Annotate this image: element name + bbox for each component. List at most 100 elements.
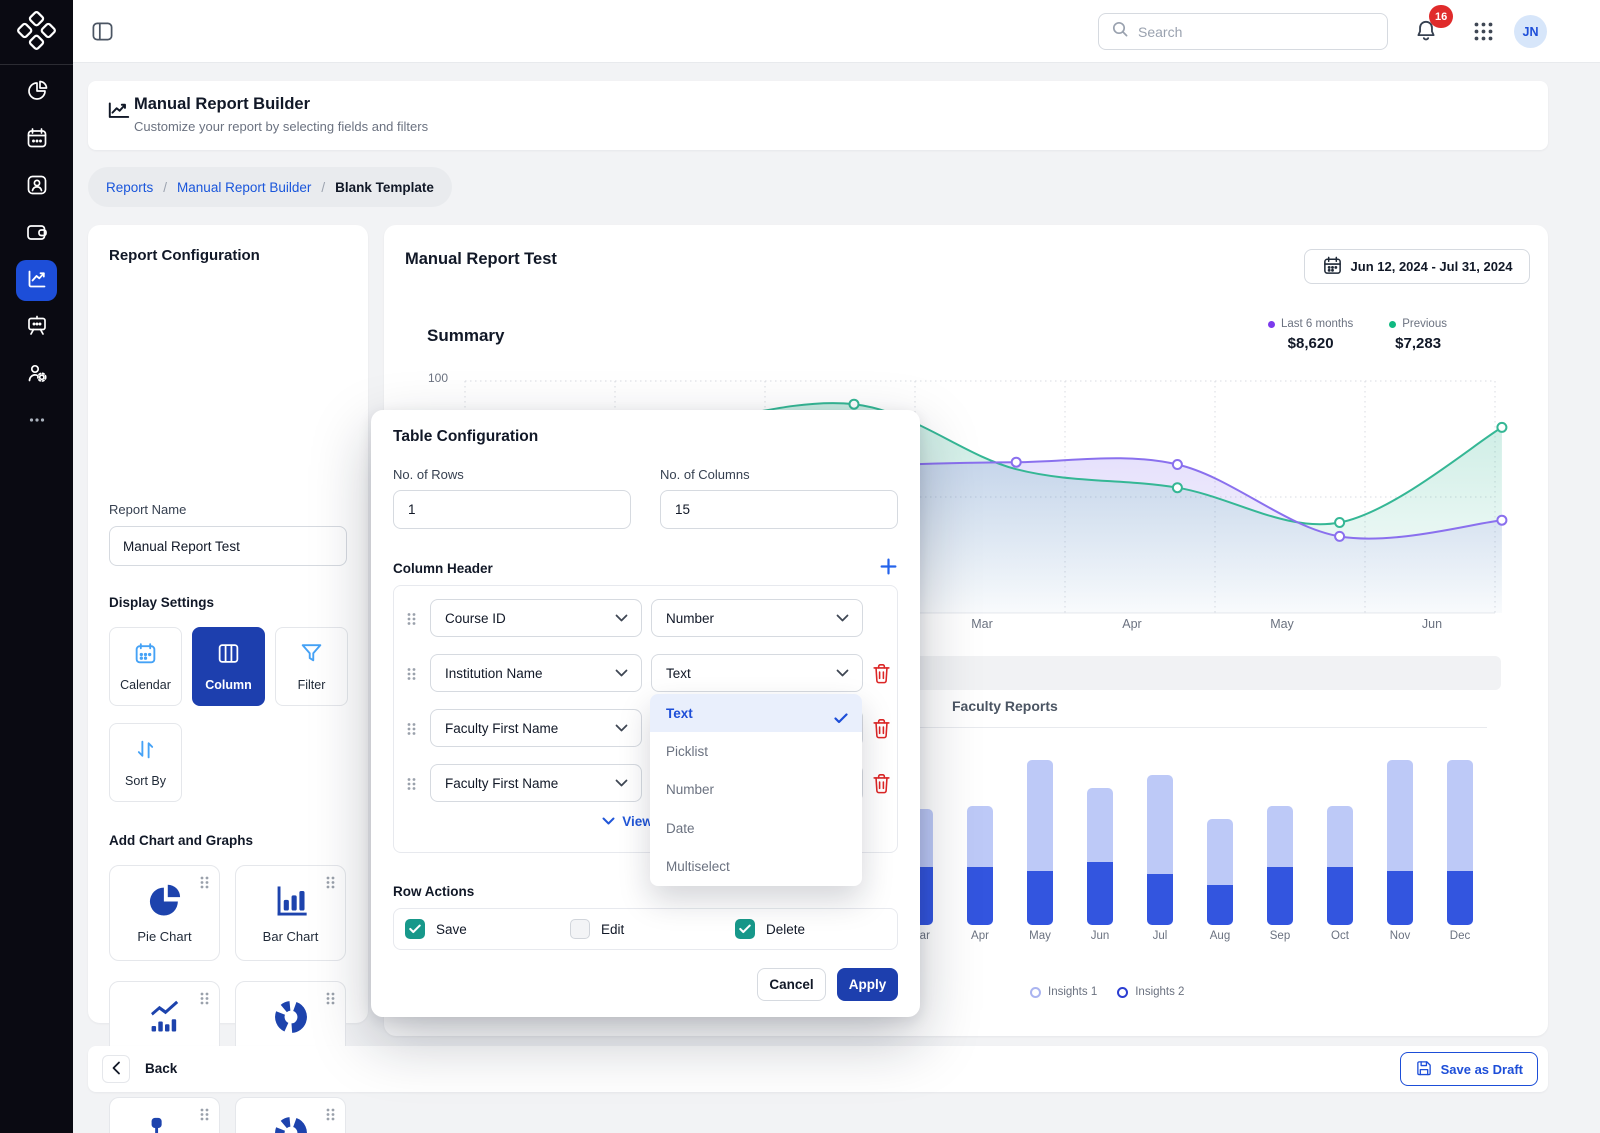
page-title: Manual Report Builder [134, 95, 310, 114]
option-label: Number [666, 782, 714, 797]
breadcrumb-current: Blank Template [335, 180, 434, 195]
chart-tile-pie[interactable]: Pie Chart [109, 865, 220, 961]
dropdown-option-number[interactable]: Number [650, 771, 862, 809]
rows-input[interactable] [393, 490, 631, 529]
delete-row-button[interactable] [871, 718, 891, 740]
apps-grid-button[interactable] [1472, 21, 1494, 43]
breadcrumb-reports[interactable]: Reports [106, 180, 153, 195]
sidebar-item-analytics[interactable] [16, 72, 57, 113]
sidebar-item-contacts[interactable] [16, 166, 57, 207]
sidebar-toggle-button[interactable] [91, 20, 114, 43]
drag-handle-icon[interactable] [406, 611, 417, 632]
sidebar-item-calendar[interactable] [16, 119, 57, 160]
chart-tile-node[interactable]: Line Chart [109, 1097, 220, 1133]
dropdown-option-date[interactable]: Date [650, 809, 862, 847]
drag-handle-icon[interactable] [406, 721, 417, 742]
legend-dot [1389, 321, 1396, 328]
legend-value: $8,620 [1288, 335, 1334, 352]
save-as-draft-button[interactable]: Save as Draft [1400, 1052, 1538, 1086]
drag-handle-icon[interactable] [406, 776, 417, 797]
x-axis-label: May [1247, 617, 1317, 631]
modal-title: Table Configuration [393, 428, 538, 446]
save-checkbox[interactable] [405, 919, 425, 939]
back-button[interactable] [102, 1055, 130, 1083]
legend-item-last-6-months: Last 6 months $8,620 [1268, 318, 1353, 352]
legend-item-insights-2[interactable]: Insights 2 [1117, 986, 1184, 998]
x-axis-label: Mar [947, 617, 1017, 631]
legend-item-insights-1[interactable]: Insights 1 [1030, 986, 1097, 998]
cancel-button[interactable]: Cancel [757, 968, 826, 1001]
type-dropdown-menu: TextPicklist Number Date Multiselect [650, 694, 862, 886]
field-select[interactable]: Institution Name [430, 654, 642, 692]
sidebar-item-presentation[interactable] [16, 307, 57, 348]
edit-checkbox[interactable] [570, 919, 590, 939]
sidebar-item-reports[interactable] [16, 260, 57, 301]
x-axis-label: Jun [1397, 617, 1467, 631]
delete-row-button[interactable] [871, 773, 891, 795]
report-name-input[interactable] [109, 526, 347, 566]
search-input[interactable] [1138, 24, 1358, 40]
display-option-label: Column [205, 678, 252, 692]
calendar-icon [133, 641, 158, 669]
column-icon [216, 641, 241, 669]
sidebar-divider [0, 64, 73, 65]
sidebar-item-wallet[interactable] [16, 213, 57, 254]
bar-segment-insights-2 [1027, 871, 1053, 925]
bar-segment-insights-1 [1447, 760, 1473, 871]
page-subtitle: Customize your report by selecting field… [134, 119, 428, 134]
dropdown-option-picklist[interactable]: Picklist [650, 732, 862, 770]
field-select[interactable]: Faculty First Name [430, 709, 642, 747]
field-select[interactable]: Course ID [430, 599, 642, 637]
date-range-picker[interactable]: Jun 12, 2024 - Jul 31, 2024 [1304, 249, 1530, 284]
x-axis-label: Oct [1315, 930, 1365, 942]
notification-count-badge: 16 [1429, 5, 1453, 28]
add-charts-label: Add Chart and Graphs [109, 833, 253, 848]
pie-chart-icon [110, 882, 219, 920]
columns-input[interactable] [660, 490, 898, 529]
display-option-sort-by[interactable]: Sort By [109, 723, 182, 802]
table-configuration-modal: Table Configuration No. of Rows No. of C… [371, 410, 920, 1017]
bar-oct [1327, 806, 1353, 925]
x-axis-label: Aug [1195, 930, 1245, 942]
apply-button[interactable]: Apply [837, 968, 898, 1001]
display-option-calendar[interactable]: Calendar [109, 627, 182, 706]
type-select[interactable]: Number [651, 599, 863, 637]
add-column-button[interactable] [876, 556, 900, 580]
delete-checkbox[interactable] [735, 919, 755, 939]
avatar[interactable]: JN [1514, 15, 1547, 48]
row-action-save: Save [394, 919, 559, 939]
radio-icon [1117, 987, 1128, 998]
option-label: Date [666, 821, 695, 836]
breadcrumb-manual-report-builder[interactable]: Manual Report Builder [177, 180, 311, 195]
breadcrumb-separator: / [163, 180, 167, 195]
row-actions-label: Row Actions [393, 884, 474, 899]
sidebar-item-admin[interactable] [16, 354, 57, 395]
bar-segment-insights-1 [1327, 806, 1353, 867]
rows-label: No. of Rows [393, 467, 464, 482]
x-axis-label: Apr [1097, 617, 1167, 631]
chart-tile-donut-2[interactable]: Donut Chart [235, 1097, 346, 1133]
footer-bar: Back Save as Draft [88, 1046, 1548, 1092]
contact-card-icon [25, 173, 49, 200]
field-select[interactable]: Faculty First Name [430, 764, 642, 802]
drag-handle-icon[interactable] [406, 666, 417, 687]
chart-tile-bar[interactable]: Bar Chart [235, 865, 346, 961]
bell-icon [1413, 32, 1439, 47]
bar-segment-insights-1 [967, 806, 993, 867]
config-title: Report Configuration [109, 247, 260, 264]
display-option-column[interactable]: Column [192, 627, 265, 706]
dropdown-option-multiselect[interactable]: Multiselect [650, 848, 862, 886]
legend-item-previous: Previous $7,283 [1389, 318, 1447, 352]
page-header-card: Manual Report Builder Customize your rep… [88, 81, 1548, 150]
bar-segment-insights-1 [1207, 819, 1233, 885]
x-axis-label: May [1015, 930, 1065, 942]
display-option-filter[interactable]: Filter [275, 627, 348, 706]
delete-row-button[interactable] [871, 663, 891, 685]
checkbox-label: Delete [766, 922, 805, 937]
topbar: 16 JN [73, 0, 1600, 63]
type-select[interactable]: Text [651, 654, 863, 692]
trash-icon [872, 782, 891, 797]
report-builder-icon [106, 98, 132, 124]
dropdown-option-text[interactable]: Text [650, 694, 862, 732]
sidebar-item-more[interactable] [16, 401, 57, 442]
